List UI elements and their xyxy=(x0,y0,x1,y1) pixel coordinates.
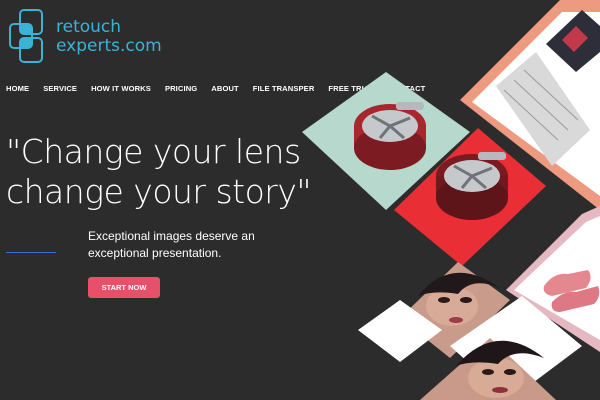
hero-subtext-line2: exceptional presentation. xyxy=(88,246,222,260)
start-now-button[interactable]: START NOW xyxy=(88,277,160,298)
nav-service[interactable]: SERVICE xyxy=(43,84,77,93)
brand-name-line2: experts.com xyxy=(56,36,162,56)
brand-logo[interactable]: retouch experts.com xyxy=(6,8,166,68)
hero-headline: "Change your lens change your story" xyxy=(6,132,312,212)
hero-subtext: Exceptional images deserve an exceptiona… xyxy=(88,228,288,262)
hero-headline-line2: change your story" xyxy=(6,172,312,211)
nav-how-it-works[interactable]: HOW IT WORKS xyxy=(91,84,151,93)
showcase-collage-graphic xyxy=(302,0,600,400)
brand-name-line1: retouch xyxy=(56,17,122,37)
nav-about[interactable]: ABOUT xyxy=(211,84,239,93)
showcase-collage xyxy=(300,0,600,400)
overlapping-squares-logo-icon xyxy=(9,9,43,63)
nav-home[interactable]: HOME xyxy=(6,84,29,93)
nav-pricing[interactable]: PRICING xyxy=(165,84,197,93)
brand-name: retouch experts.com xyxy=(56,18,162,56)
hero-headline-line1: "Change your lens xyxy=(6,132,301,171)
hero-subtext-line1: Exceptional images deserve an xyxy=(88,229,255,243)
accent-divider xyxy=(6,252,56,253)
